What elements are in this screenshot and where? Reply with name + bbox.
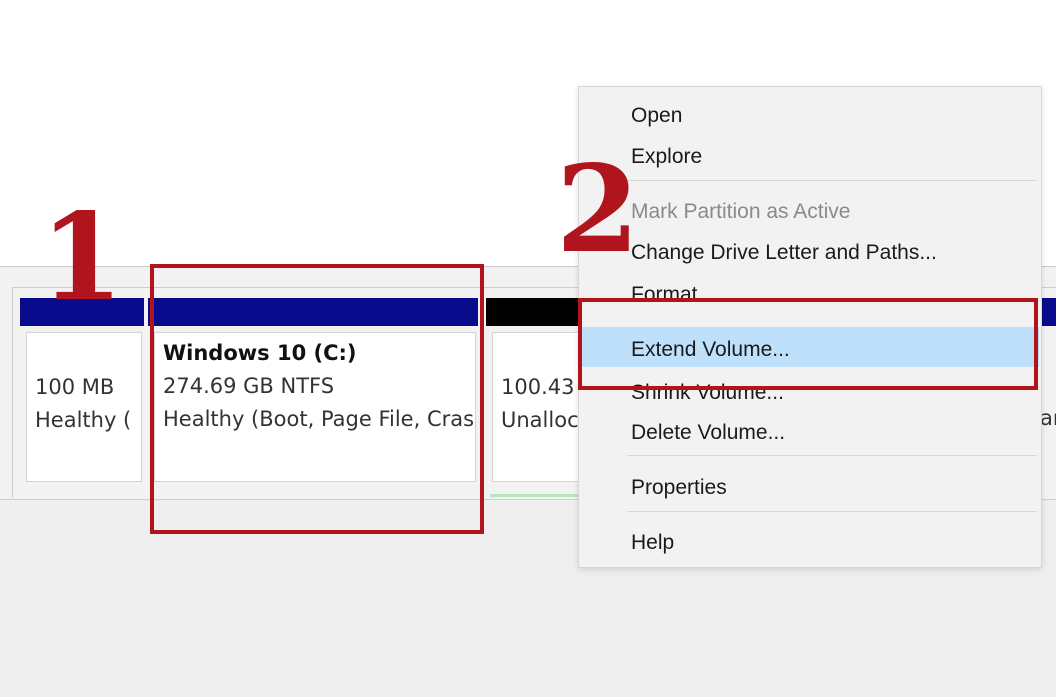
partition-status: Unalloc bbox=[501, 408, 579, 432]
menu-separator bbox=[627, 511, 1037, 512]
annotation-box-partition bbox=[150, 264, 484, 534]
menu-item-explore[interactable]: Explore bbox=[631, 137, 702, 177]
partition-unallocated[interactable]: 100.43 Unalloc bbox=[486, 298, 586, 488]
partition-info-box[interactable]: 100.43 Unalloc bbox=[492, 332, 584, 482]
menu-item-open[interactable]: Open bbox=[631, 96, 682, 136]
annotation-step-1: 1 bbox=[40, 187, 124, 328]
partition-size: 100.43 bbox=[501, 375, 575, 399]
menu-item-help[interactable]: Help bbox=[631, 523, 674, 563]
partition-status: Healthy ( bbox=[35, 408, 132, 432]
menu-separator bbox=[627, 180, 1037, 181]
menu-item-mark-active[interactable]: Mark Partition as Active bbox=[631, 192, 850, 232]
annotation-step-2: 2 bbox=[556, 139, 640, 280]
menu-separator bbox=[627, 455, 1037, 456]
partition-info-box[interactable]: 100 MB Healthy ( bbox=[26, 332, 142, 482]
menu-item-delete-volume[interactable]: Delete Volume... bbox=[631, 413, 785, 453]
partition-bar-right bbox=[1040, 298, 1056, 326]
free-space-indicator bbox=[490, 494, 580, 497]
annotation-box-extend-volume bbox=[578, 298, 1038, 390]
menu-item-change-drive-letter[interactable]: Change Drive Letter and Paths... bbox=[631, 233, 937, 273]
menu-item-properties[interactable]: Properties bbox=[631, 468, 727, 508]
partition-bar bbox=[486, 298, 586, 326]
partition-edge-text: ar bbox=[1040, 406, 1056, 430]
partition-size: 100 MB bbox=[35, 375, 115, 399]
